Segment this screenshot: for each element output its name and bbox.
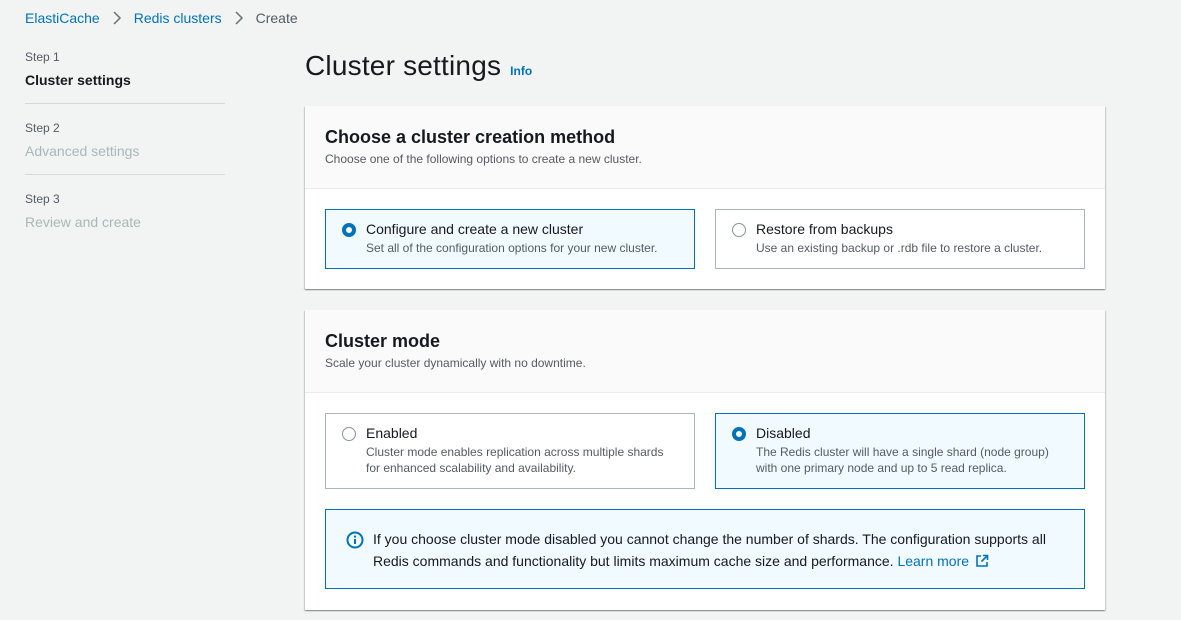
radio-button[interactable] bbox=[732, 223, 746, 237]
tile-label: Configure and create a new cluster bbox=[366, 221, 584, 237]
chevron-right-icon bbox=[111, 11, 123, 25]
tile-label: Disabled bbox=[756, 425, 811, 441]
info-link[interactable]: Info bbox=[510, 64, 532, 78]
alert-line: Redis commands and functionality but lim… bbox=[373, 553, 894, 569]
tile-text: Enabled Cluster mode enables replication… bbox=[366, 425, 663, 476]
container-description: Scale your cluster dynamically with no d… bbox=[325, 356, 586, 370]
breadcrumb-link-elasticache[interactable]: ElastiCache bbox=[25, 10, 100, 26]
chevron-right-icon bbox=[233, 11, 245, 25]
step-number: Step 3 bbox=[25, 192, 60, 206]
info-circle-icon bbox=[346, 531, 364, 549]
page-title: Cluster settings bbox=[305, 50, 502, 81]
creation-method-container: Choose a cluster creation method Choose … bbox=[305, 106, 1105, 289]
page-header: Cluster settings Info bbox=[305, 50, 532, 82]
tile-label: Enabled bbox=[366, 425, 418, 441]
tile-description-line: Cluster mode enables replication across … bbox=[366, 445, 664, 459]
step-3: Step 3 Review and create bbox=[25, 174, 225, 245]
container-header: Cluster mode Scale your cluster dynamica… bbox=[305, 310, 1105, 393]
info-alert: If you choose cluster mode disabled you … bbox=[325, 509, 1085, 589]
tile-cluster-mode-enabled[interactable]: Enabled Cluster mode enables replication… bbox=[325, 413, 695, 489]
wizard-steps: Step 1 Cluster settings Step 2 Advanced … bbox=[25, 50, 225, 245]
tile-text: Restore from backups Use an existing bac… bbox=[756, 221, 1042, 256]
tile-cluster-mode-disabled[interactable]: Disabled The Redis cluster will have a s… bbox=[715, 413, 1085, 489]
cluster-mode-tiles: Enabled Cluster mode enables replication… bbox=[325, 413, 1085, 489]
container-description: Choose one of the following options to c… bbox=[325, 152, 642, 166]
step-title-review-and-create: Review and create bbox=[25, 214, 141, 230]
tile-description-line: The Redis cluster will have a single sha… bbox=[756, 445, 1049, 459]
tile-text: Configure and create a new cluster Set a… bbox=[366, 221, 658, 256]
step-2: Step 2 Advanced settings bbox=[25, 103, 225, 174]
tile-description: Use an existing backup or .rdb file to r… bbox=[756, 241, 1043, 255]
container-header: Choose a cluster creation method Choose … bbox=[305, 106, 1105, 189]
creation-method-tiles: Configure and create a new cluster Set a… bbox=[325, 209, 1085, 269]
radio-button[interactable] bbox=[342, 427, 356, 441]
radio-button-selected[interactable] bbox=[732, 427, 746, 441]
step-number: Step 2 bbox=[25, 121, 60, 135]
step-title-cluster-settings: Cluster settings bbox=[25, 72, 131, 88]
tile-description-line: for enhanced scalability and availabilit… bbox=[366, 461, 576, 475]
container-title: Cluster mode bbox=[325, 331, 441, 351]
breadcrumb-current: Create bbox=[255, 10, 298, 26]
learn-more-link[interactable]: Learn more bbox=[897, 553, 969, 569]
alert-text: If you choose cluster mode disabled you … bbox=[373, 528, 1046, 572]
breadcrumb: ElastiCache Redis clusters Create bbox=[25, 10, 298, 26]
tile-description: Cluster mode enables replication across … bbox=[366, 444, 663, 476]
container-body: Enabled Cluster mode enables replication… bbox=[305, 393, 1105, 609]
alert-line: If you choose cluster mode disabled you … bbox=[373, 531, 1046, 547]
radio-button-selected[interactable] bbox=[342, 223, 356, 237]
alert-line-2: Redis commands and functionality but lim… bbox=[373, 550, 1046, 572]
external-link-icon[interactable] bbox=[975, 552, 989, 567]
tile-text: Disabled The Redis cluster will have a s… bbox=[756, 425, 1049, 476]
container-body: Configure and create a new cluster Set a… bbox=[305, 189, 1105, 289]
cluster-mode-container: Cluster mode Scale your cluster dynamica… bbox=[305, 310, 1105, 610]
tile-restore-from-backups[interactable]: Restore from backups Use an existing bac… bbox=[715, 209, 1085, 269]
breadcrumb-link-redis-clusters[interactable]: Redis clusters bbox=[134, 10, 222, 26]
step-title-advanced-settings: Advanced settings bbox=[25, 143, 140, 159]
tile-configure-new-cluster[interactable]: Configure and create a new cluster Set a… bbox=[325, 209, 695, 269]
tile-description-line: with one primary node and up to 5 read r… bbox=[756, 461, 1007, 475]
tile-description: Set all of the configuration options for… bbox=[366, 241, 658, 255]
step-number: Step 1 bbox=[25, 50, 60, 64]
step-1: Step 1 Cluster settings bbox=[25, 50, 225, 103]
tile-label: Restore from backups bbox=[756, 221, 893, 237]
tile-description: The Redis cluster will have a single sha… bbox=[756, 444, 1049, 476]
container-title: Choose a cluster creation method bbox=[325, 127, 616, 147]
